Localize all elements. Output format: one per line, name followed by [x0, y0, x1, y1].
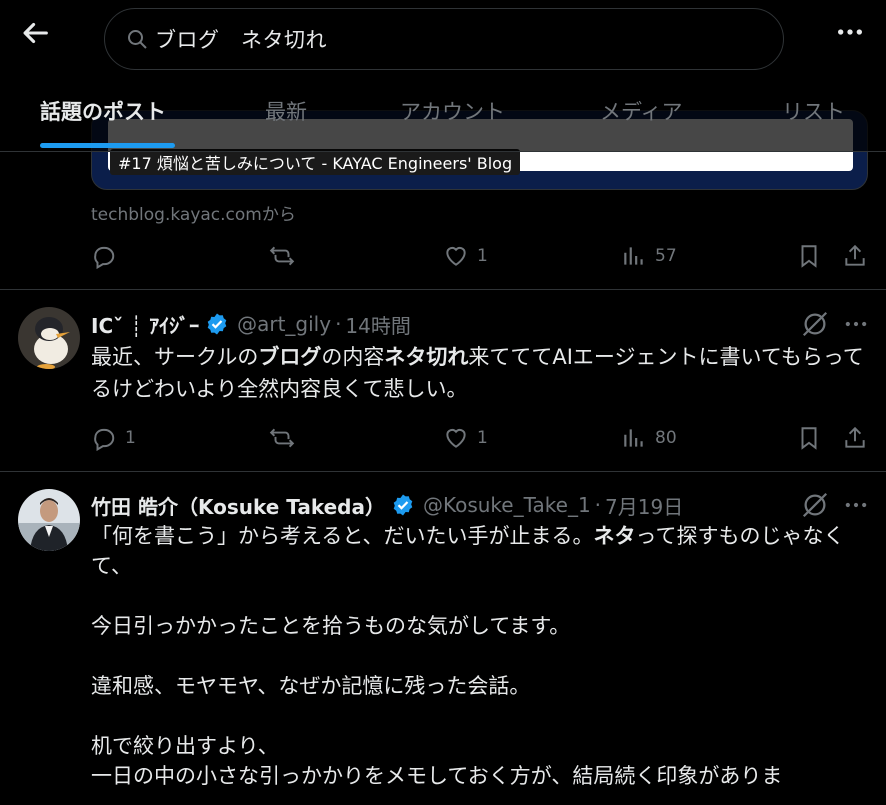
display-name[interactable]: 竹田 皓介（Kosuke Takeda） — [91, 491, 385, 520]
reply-button[interactable] — [91, 238, 125, 274]
more-icon[interactable] — [832, 16, 868, 48]
grok-icon[interactable] — [800, 309, 830, 339]
search-icon — [128, 30, 147, 49]
grok-icon[interactable] — [800, 490, 830, 520]
tweet-actions: 1 57 — [91, 238, 868, 274]
tab-media[interactable]: メディア — [600, 96, 683, 126]
views-icon — [624, 247, 643, 265]
reply-button[interactable]: 1 — [91, 420, 136, 456]
display-name[interactable]: ICˇ ┊ ｱｲｼﾞｰ — [91, 310, 199, 339]
repost-icon — [269, 246, 295, 266]
tweet-header: 竹田 皓介（Kosuke Takeda） @Kosuke_Take_1 · 7月… — [91, 490, 683, 520]
back-arrow-icon[interactable] — [18, 16, 52, 50]
views-button[interactable]: 57 — [621, 238, 677, 274]
search-tabs: 話題のポスト 最新 アカウント メディア リスト — [0, 84, 886, 150]
tweet-actions: 1 1 80 — [91, 420, 868, 456]
avatar[interactable] — [18, 489, 80, 551]
like-icon — [446, 246, 466, 266]
verified-icon — [207, 313, 227, 335]
like-button[interactable]: 1 — [443, 238, 488, 274]
tweet-text: 「何を書こう」から考えると、だいたい手が止まる。ネタって探すものじゃなくて、 今… — [91, 524, 845, 788]
views-icon — [624, 429, 643, 447]
separator-dot: · — [594, 493, 602, 517]
like-count: 1 — [477, 428, 488, 448]
reply-icon — [94, 246, 115, 269]
timestamp[interactable]: 14時間 — [345, 310, 410, 339]
tweet-divider — [0, 471, 886, 472]
header-divider — [0, 151, 886, 152]
view-count: 57 — [655, 246, 677, 266]
timestamp[interactable]: 7月19日 — [605, 491, 683, 520]
like-icon — [446, 428, 466, 448]
share-icon — [845, 426, 865, 448]
bookmark-icon — [801, 245, 817, 268]
tab-lists[interactable]: リスト — [782, 96, 845, 126]
search-header: ブログ ネタ切れ 話題のポスト 最新 アカウント メディア リスト — [0, 0, 886, 152]
verified-icon — [393, 494, 413, 516]
tab-accounts[interactable]: アカウント — [400, 96, 505, 126]
reply-count: 1 — [125, 428, 136, 448]
user-handle[interactable]: @Kosuke_Take_1 — [423, 493, 591, 517]
views-button[interactable]: 80 — [621, 420, 677, 456]
bookmark-icon — [801, 427, 817, 450]
share-icon — [845, 244, 865, 266]
search-input[interactable]: ブログ ネタ切れ — [104, 8, 784, 70]
user-handle[interactable]: @art_gily — [237, 312, 331, 336]
view-count: 80 — [655, 428, 677, 448]
like-count: 1 — [477, 246, 488, 266]
link-card-source[interactable]: techblog.kayac.comから — [91, 200, 296, 225]
tweet-header: ICˇ ┊ ｱｲｼﾞｰ @art_gily · 14時間 — [91, 309, 411, 339]
more-icon[interactable] — [842, 310, 870, 338]
tab-top[interactable]: 話題のポスト — [40, 96, 166, 126]
tweet-text: 最近、サークルのブログの内容ネタ切れ来てててAIエージェントに書いてもらってるけ… — [91, 345, 864, 401]
bookmark-button[interactable] — [796, 420, 822, 456]
active-tab-indicator — [40, 143, 175, 148]
like-button[interactable]: 1 — [443, 420, 488, 456]
tweet-divider — [0, 289, 886, 290]
repost-button[interactable] — [269, 420, 303, 456]
bookmark-button[interactable] — [796, 238, 822, 274]
repost-icon — [269, 428, 295, 448]
search-query: ブログ ネタ切れ — [155, 28, 327, 52]
more-icon[interactable] — [842, 491, 870, 519]
link-card-caption: #17 煩悩と苦しみについて - KAYAC Engineers' Blog — [110, 149, 521, 175]
tab-latest[interactable]: 最新 — [265, 96, 307, 126]
separator-dot: · — [335, 312, 342, 336]
repost-button[interactable] — [269, 238, 303, 274]
avatar[interactable] — [18, 307, 80, 369]
reply-icon — [94, 428, 115, 451]
share-button[interactable] — [842, 238, 868, 274]
share-button[interactable] — [842, 420, 868, 456]
